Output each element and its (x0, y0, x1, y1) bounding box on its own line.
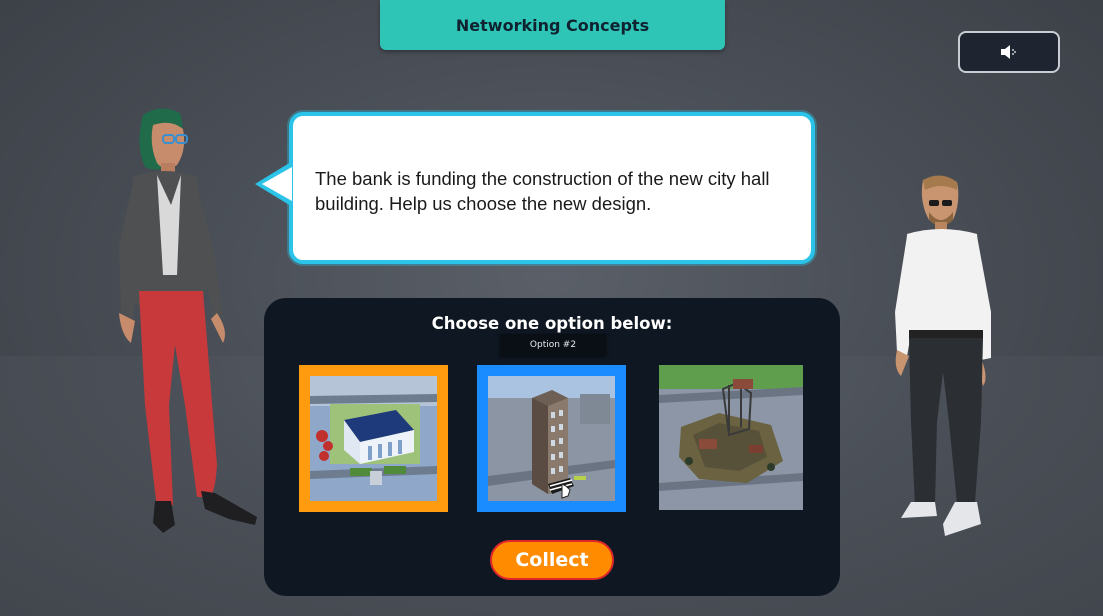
choice-panel: Choose one option below: Option #2 Colle… (264, 298, 840, 596)
option-1-card[interactable] (299, 365, 448, 512)
option-tooltip: Option #2 (500, 334, 606, 356)
page-title: Networking Concepts (380, 0, 725, 50)
ruined-site-image (659, 365, 803, 510)
speech-bubble: The bank is funding the construction of … (289, 112, 815, 264)
female-character (119, 108, 257, 533)
choice-prompt: Choose one option below: (431, 314, 673, 333)
speaker-icon (1001, 45, 1016, 59)
option-2-card[interactable] (477, 365, 626, 512)
tower-building-image (488, 376, 615, 501)
classic-building-image (310, 376, 437, 501)
speech-bubble-tail-inner (262, 167, 292, 201)
collect-button[interactable]: Collect (490, 540, 614, 580)
sound-toggle-button[interactable] (958, 31, 1060, 73)
male-character (895, 175, 991, 536)
page-title-text: Networking Concepts (455, 15, 650, 35)
option-3-card[interactable] (659, 365, 803, 510)
dialog-text: The bank is funding the construction of … (315, 168, 770, 214)
